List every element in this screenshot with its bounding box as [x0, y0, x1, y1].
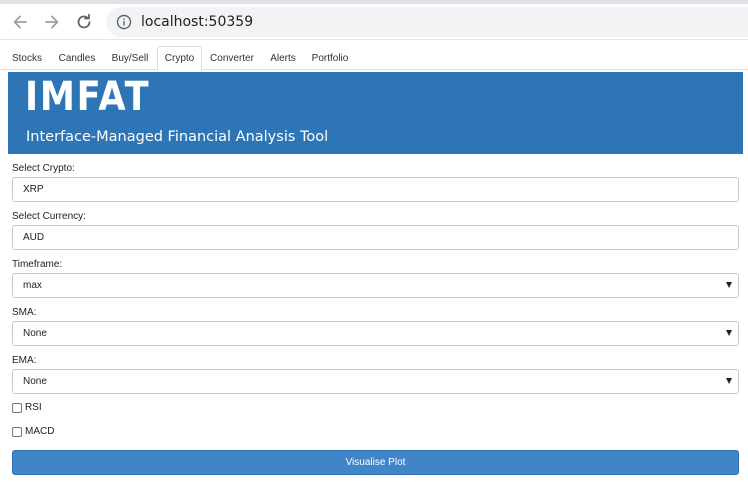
browser-toolbar: localhost:50359 [0, 0, 748, 40]
tab-portfolio[interactable]: Portfolio [305, 46, 355, 70]
tab-alerts[interactable]: Alerts [263, 46, 303, 70]
rsi-label: RSI [25, 402, 42, 413]
sma-select[interactable]: None [12, 321, 739, 346]
timeframe-label: Timeframe: [12, 259, 63, 270]
tab-bar: Stocks Candles Buy/Sell Crypto Converter… [0, 40, 748, 71]
header-banner: IMFAT Interface-Managed Financial Analys… [8, 72, 743, 154]
tab-crypto[interactable]: Crypto [157, 46, 202, 71]
crypto-value: XRP [23, 184, 44, 195]
forward-arrow-icon[interactable] [38, 8, 66, 36]
sma-label: SMA: [12, 307, 37, 318]
tab-buy-sell[interactable]: Buy/Sell [105, 46, 155, 70]
macd-label: MACD [25, 426, 55, 437]
macd-option: MACD [12, 426, 54, 437]
tab-candles[interactable]: Candles [52, 46, 102, 70]
currency-value: AUD [23, 232, 45, 243]
visualise-plot-button[interactable]: Visualise Plot [12, 450, 739, 475]
chevron-down-icon [726, 378, 732, 384]
timeframe-value: max [23, 280, 42, 291]
ema-select[interactable]: None [12, 369, 739, 394]
timeframe-select[interactable]: max [12, 273, 739, 298]
ema-value: None [23, 376, 47, 387]
address-bar[interactable]: localhost:50359 [106, 7, 748, 37]
currency-label: Select Currency: [12, 211, 86, 222]
info-icon[interactable] [116, 14, 132, 30]
tab-stocks[interactable]: Stocks [5, 46, 49, 70]
sma-value: None [23, 328, 47, 339]
url-text: localhost:50359 [141, 14, 254, 30]
back-arrow-icon[interactable] [6, 8, 34, 36]
chevron-down-icon [726, 282, 732, 288]
crypto-input[interactable]: XRP [12, 177, 739, 202]
rsi-option: RSI [12, 402, 42, 413]
rsi-checkbox[interactable] [12, 402, 22, 413]
chevron-down-icon [726, 330, 732, 336]
ema-label: EMA: [12, 355, 37, 366]
reload-icon[interactable] [70, 8, 98, 36]
macd-checkbox[interactable] [12, 426, 22, 437]
app-title: IMFAT [25, 74, 151, 120]
app-subtitle: Interface-Managed Financial Analysis Too… [26, 129, 329, 145]
crypto-label: Select Crypto: [12, 163, 75, 174]
currency-input[interactable]: AUD [12, 225, 739, 250]
tab-converter[interactable]: Converter [204, 46, 260, 70]
